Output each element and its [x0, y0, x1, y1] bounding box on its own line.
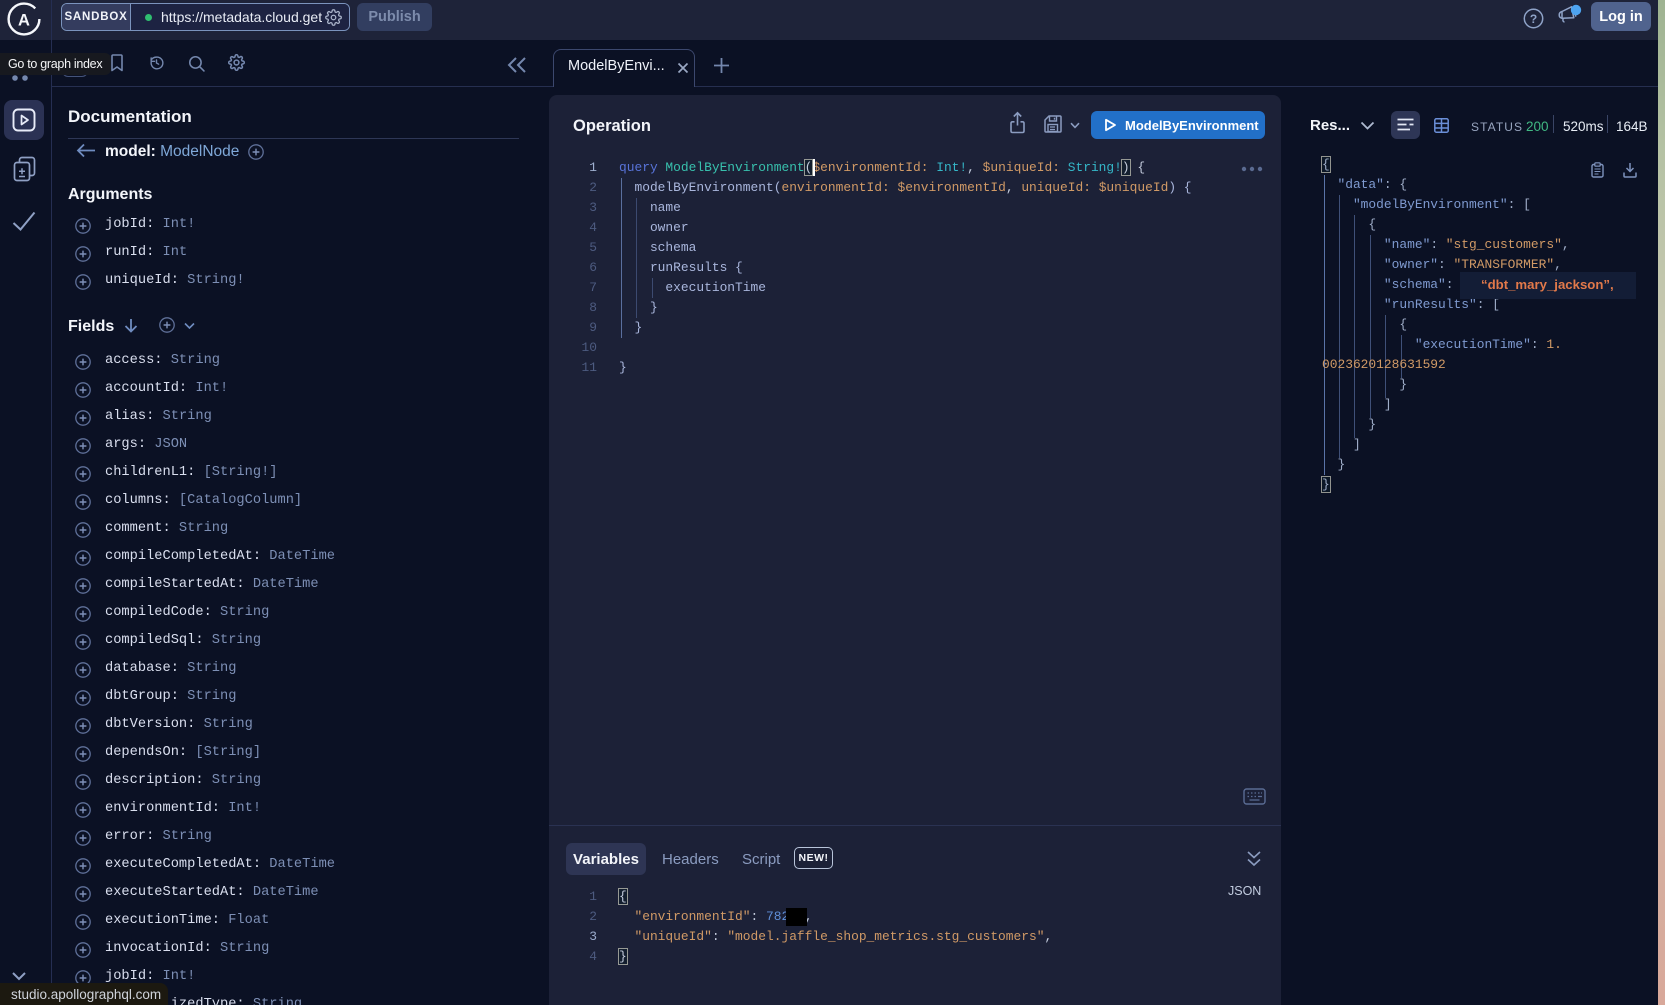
svg-text:?: ? — [1530, 12, 1537, 26]
svg-text:A: A — [18, 12, 30, 30]
